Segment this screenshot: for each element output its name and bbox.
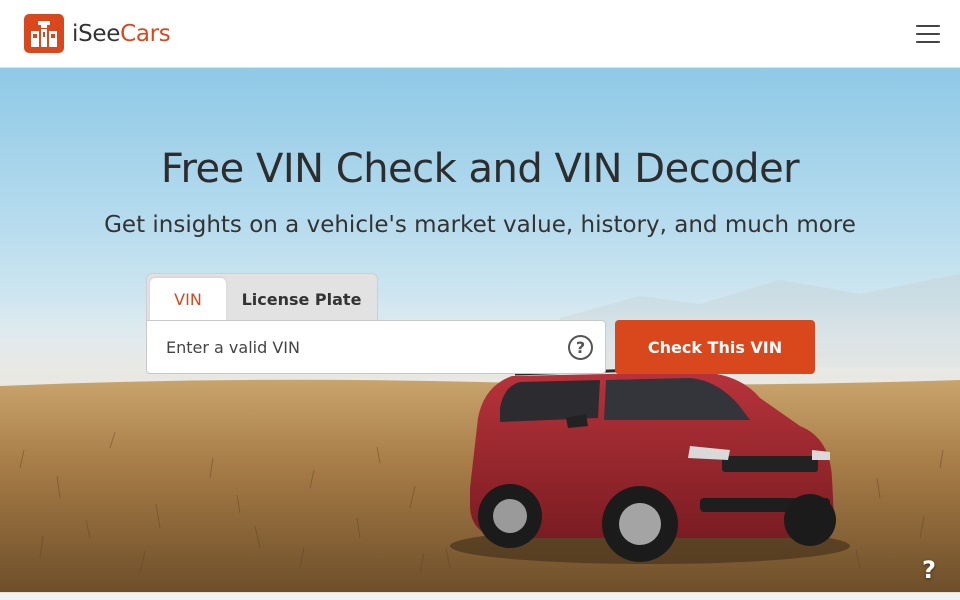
hero-section: Free VIN Check and VIN Decoder Get insig… — [0, 68, 960, 592]
check-vin-button[interactable]: Check This VIN — [615, 320, 815, 374]
site-logo[interactable]: iSeeCars — [24, 14, 171, 53]
search-tabs: VIN License Plate — [146, 273, 378, 321]
logo-text-accent: Cars — [120, 20, 171, 47]
page-subtitle: Get insights on a vehicle's market value… — [104, 212, 856, 238]
question-circle-icon[interactable]: ? — [568, 334, 593, 360]
site-header: iSeeCars — [0, 0, 960, 68]
logo-text-prefix: iSee — [72, 20, 121, 47]
vin-search-box: ? — [146, 320, 606, 374]
logo-text: iSeeCars — [72, 21, 171, 47]
hamburger-menu-icon[interactable] — [916, 24, 940, 43]
help-widget-button[interactable]: ? — [918, 556, 940, 584]
vin-input[interactable] — [166, 337, 568, 357]
tab-vin[interactable]: VIN — [150, 278, 226, 321]
page-bottom-divider — [0, 592, 960, 600]
page-title: Free VIN Check and VIN Decoder — [160, 146, 800, 192]
tab-license-plate[interactable]: License Plate — [226, 278, 377, 321]
logo-badge-icon — [24, 14, 64, 53]
